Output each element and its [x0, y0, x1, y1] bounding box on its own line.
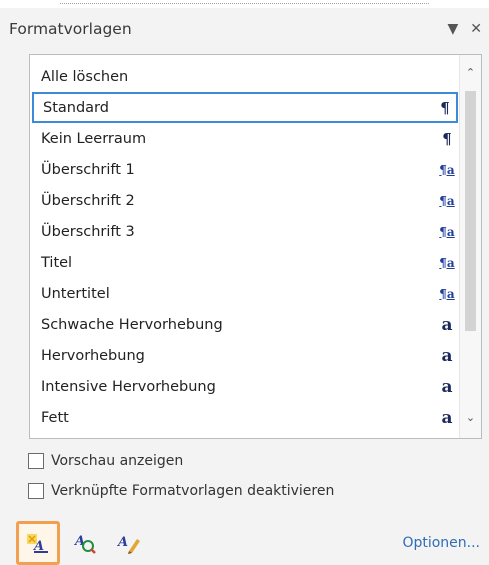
preview-checkbox[interactable] [28, 453, 44, 469]
character-style-icon: a [441, 314, 453, 335]
scroll-down-icon[interactable]: ⌄ [460, 408, 481, 428]
style-item[interactable]: Titel ¶a [30, 247, 460, 278]
style-item-label: Alle löschen [41, 68, 129, 85]
style-inspector-icon: A [73, 534, 96, 554]
style-item[interactable]: Fett a [30, 402, 460, 433]
style-item[interactable]: Überschrift 3 ¶a [30, 216, 460, 247]
character-style-icon: a [441, 376, 453, 397]
styles-list-box: Alle löschen Standard ¶ Kein Leerraum ¶ Übers… [29, 54, 482, 439]
style-item[interactable]: Kein Leerraum ¶ [30, 123, 460, 154]
style-item[interactable]: Schwache Hervorhebung a [30, 309, 460, 340]
style-item-label: Überschrift 1 [41, 161, 135, 178]
style-item[interactable]: Hervorhebung a [30, 340, 460, 371]
character-style-icon: a [441, 345, 453, 366]
style-inspector-button[interactable]: A [70, 528, 100, 558]
top-divider [60, 3, 429, 4]
style-item[interactable]: Intensive Hervorhebung a [30, 371, 460, 402]
linked-style-icon: ¶a [439, 224, 455, 239]
manage-styles-icon: A [117, 535, 140, 554]
linked-style-icon: ¶a [439, 193, 455, 208]
disable-linked-option[interactable]: Verknüpfte Formatvorlagen deaktivieren [28, 483, 334, 499]
linked-style-icon: ¶a [439, 255, 455, 270]
style-item[interactable]: Überschrift 1 ¶a [30, 154, 460, 185]
linked-style-icon: ¶a [439, 162, 455, 177]
style-item-label: Schwache Hervorhebung [41, 316, 223, 333]
style-item-label: Überschrift 3 [41, 223, 135, 240]
new-style-icon: A [27, 534, 48, 554]
paragraph-style-icon: ¶ [442, 129, 452, 148]
style-item-label: Intensive Hervorhebung [41, 378, 216, 395]
styles-pane: Formatvorlagen ▼ ✕ Alle löschen Standard ¶… [6, 8, 488, 565]
style-item-label: Fett [41, 409, 69, 426]
pane-dropdown-icon[interactable]: ▼ [447, 21, 458, 37]
style-item-label: Untertitel [41, 285, 110, 302]
preview-label: Vorschau anzeigen [51, 453, 184, 469]
svg-text:A: A [117, 535, 128, 550]
manage-styles-button[interactable]: A [114, 528, 144, 558]
pane-controls: ▼ ✕ [447, 21, 482, 37]
top-strip [0, 0, 489, 8]
styles-list: Alle löschen Standard ¶ Kein Leerraum ¶ Übers… [30, 61, 460, 433]
style-item-label: Kein Leerraum [41, 130, 147, 147]
pane-close-icon[interactable]: ✕ [470, 21, 482, 37]
style-item-label: Hervorhebung [41, 347, 145, 364]
disable-linked-checkbox[interactable] [28, 483, 44, 499]
pane-title: Formatvorlagen [9, 20, 132, 38]
style-item[interactable]: Standard ¶ [32, 92, 458, 123]
character-style-icon: a [441, 407, 453, 428]
new-style-button[interactable]: A [16, 521, 60, 565]
styles-scrollbar[interactable]: ⌃ ⌄ [459, 55, 481, 438]
style-item[interactable]: Untertitel ¶a [30, 278, 460, 309]
style-item-label: Standard [43, 99, 109, 116]
disable-linked-label: Verknüpfte Formatvorlagen deaktivieren [51, 483, 335, 499]
style-item-label: Überschrift 2 [41, 192, 135, 209]
preview-option[interactable]: Vorschau anzeigen [28, 453, 183, 469]
style-item[interactable]: Überschrift 2 ¶a [30, 185, 460, 216]
scroll-thumb[interactable] [465, 91, 476, 331]
style-item[interactable]: Alle löschen [30, 61, 460, 92]
style-item-label: Titel [41, 254, 73, 271]
linked-style-icon: ¶a [439, 286, 455, 301]
scroll-up-icon[interactable]: ⌃ [460, 63, 481, 83]
options-link[interactable]: Optionen... [402, 535, 480, 551]
paragraph-style-icon: ¶ [440, 98, 450, 117]
